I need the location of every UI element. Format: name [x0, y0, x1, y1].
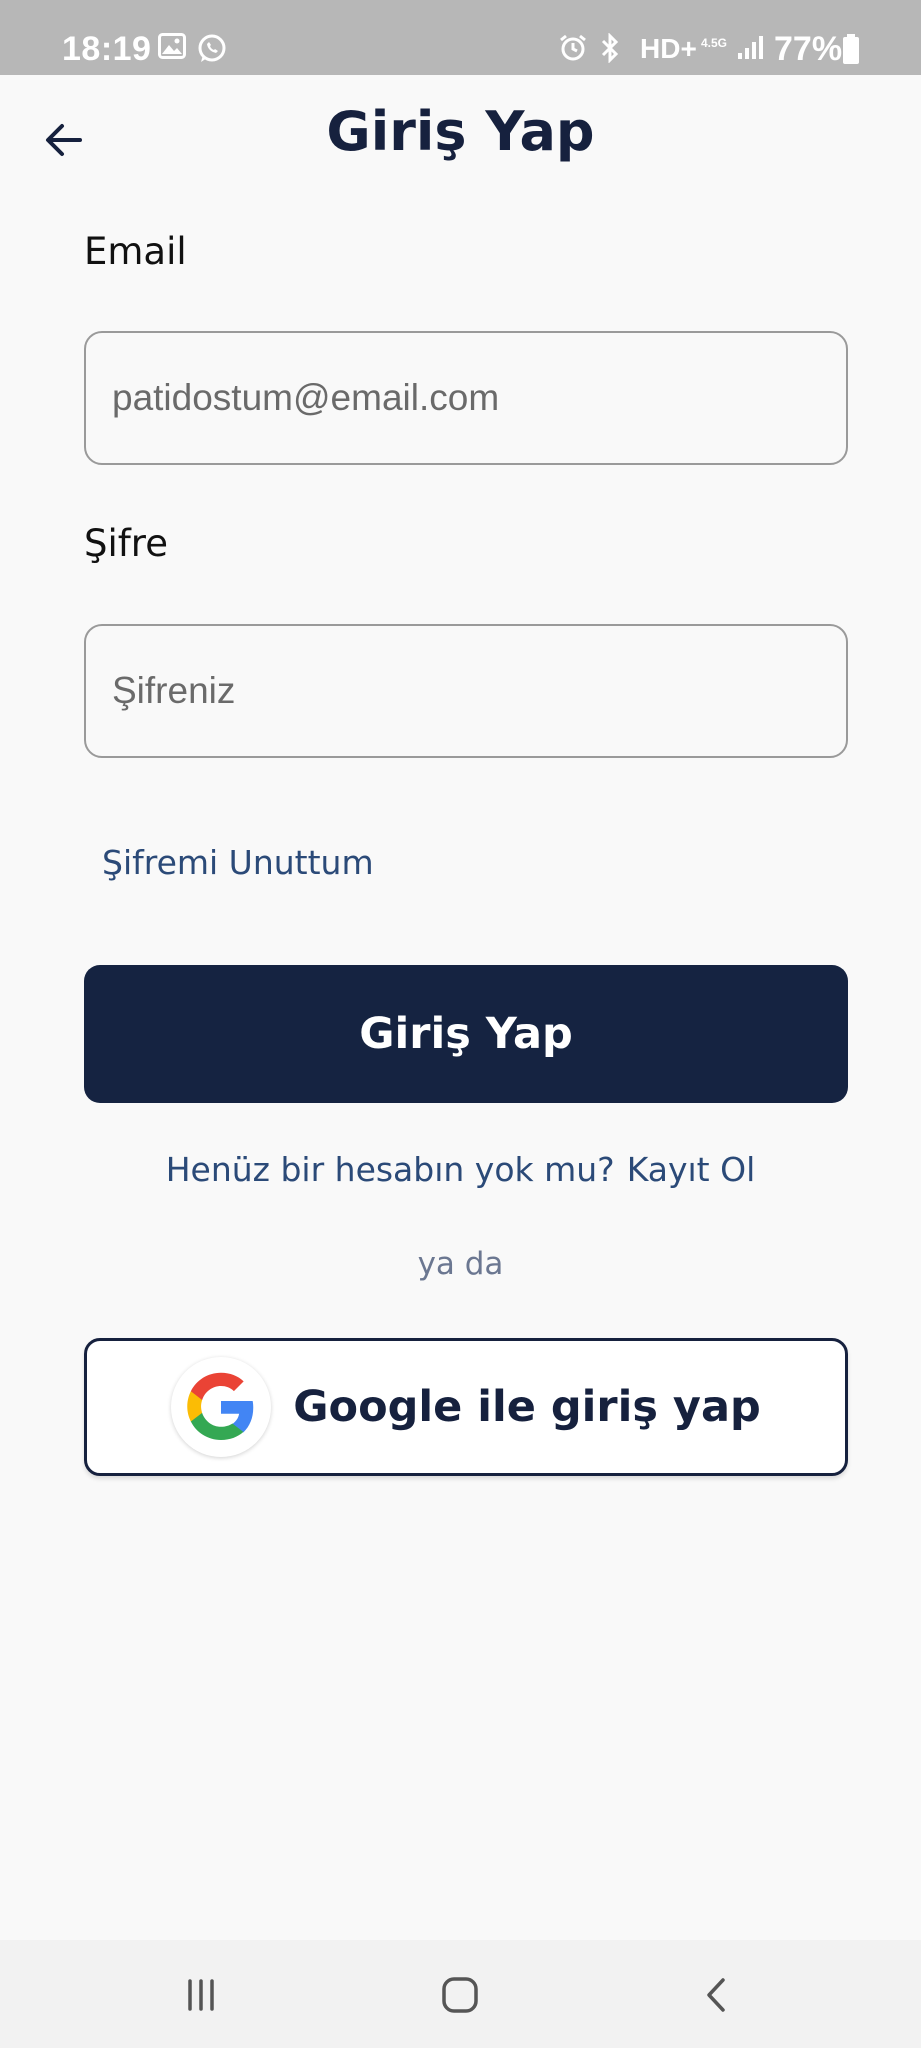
home-button[interactable]	[425, 1960, 495, 2030]
bluetooth-icon	[598, 33, 622, 63]
status-time: 18:19	[62, 30, 152, 68]
system-back-button[interactable]	[682, 1960, 752, 2030]
recent-apps-icon	[188, 1979, 214, 2011]
password-field[interactable]	[84, 624, 848, 758]
or-divider-text: ya da	[417, 1246, 504, 1282]
password-label: Şifre	[84, 522, 168, 565]
page-title: Giriş Yap	[326, 100, 595, 163]
signal-icon	[736, 33, 764, 61]
signup-link[interactable]: Kayıt Ol	[627, 1150, 756, 1189]
home-icon	[442, 1977, 478, 2013]
alarm-icon	[558, 33, 588, 63]
recent-apps-button[interactable]	[166, 1960, 236, 2030]
whatsapp-icon	[196, 33, 228, 65]
google-login-button[interactable]: Google ile giriş yap	[84, 1338, 848, 1476]
email-label: Email	[84, 230, 187, 273]
back-icon	[707, 1978, 725, 2012]
signup-row: Henüz bir hesabın yok mu? Kayıt Ol	[0, 1150, 921, 1189]
google-icon	[171, 1357, 272, 1457]
image-icon	[158, 33, 186, 59]
navigation-bar	[0, 1940, 921, 2048]
network-label: HD+	[640, 33, 697, 64]
network-sub-label: 4.5G	[701, 36, 728, 50]
forgot-password-link[interactable]: Şifremi Unuttum	[102, 843, 374, 882]
status-bar: 18:19 HD+ 4.5G 77%	[0, 0, 921, 75]
email-field[interactable]	[84, 331, 848, 465]
battery-percent: 77%	[774, 30, 843, 68]
login-button[interactable]: Giriş Yap	[84, 965, 848, 1103]
battery-icon	[842, 33, 860, 65]
signup-prompt: Henüz bir hesabın yok mu?	[165, 1150, 615, 1189]
google-login-label: Google ile giriş yap	[293, 1382, 761, 1432]
